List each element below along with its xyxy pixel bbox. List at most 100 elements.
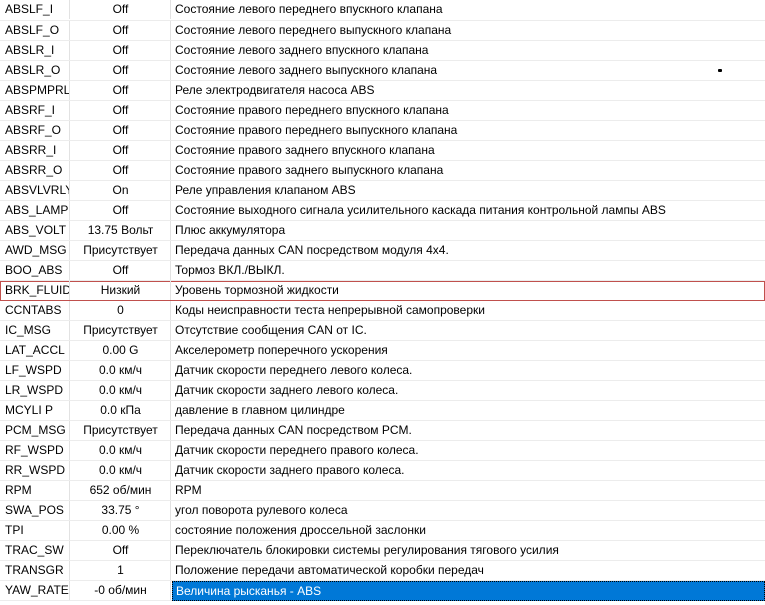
pid-description: Датчик скорости заднего правого колеса.: [175, 463, 405, 477]
pid-description: состояние положения дроссельной заслонки: [175, 523, 426, 537]
table-row-selected[interactable]: YAW_RATE -0 об/мин Величина рысканья - ABS: [0, 581, 765, 601]
table-row[interactable]: AWD_MSG Присутствует Передача данных CAN п…: [0, 241, 765, 261]
pid-description: RPM: [175, 483, 202, 497]
pid-value: 0.0 кПа: [71, 401, 171, 420]
table-row[interactable]: ABSRF_O Off Состояние правого переднего вы…: [0, 121, 765, 141]
pid-description: Состояние правого переднего выпускного к…: [175, 123, 458, 137]
table-row[interactable]: ABSLR_O Off Состояние левого заднего выпус…: [0, 61, 765, 81]
table-row[interactable]: TPI 0.00 % состояние положения дроссельной…: [0, 521, 765, 541]
table-row[interactable]: SWA_POS 33.75 ° угол поворота рулевого кол…: [0, 501, 765, 521]
pid-description: Передача данных CAN посредством модуля 4…: [175, 243, 449, 257]
table-row[interactable]: ABSRR_I Off Состояние правого заднего впус…: [0, 141, 765, 161]
pid-description: давление в главном цилиндре: [175, 403, 345, 417]
table-row[interactable]: BOO_ABS Off Тормоз ВКЛ./ВЫКЛ.: [0, 261, 765, 281]
pid-description: Состояние левого заднего впускного клапа…: [175, 43, 429, 57]
table-row[interactable]: ABSRR_O Off Состояние правого заднего выпу…: [0, 161, 765, 181]
pid-description: Величина рысканья - ABS: [172, 581, 765, 601]
pid-value: 0.0 км/ч: [71, 441, 171, 460]
pid-description: Состояние правого заднего выпускного кла…: [175, 163, 444, 177]
pid-name: CCNTABS: [0, 301, 70, 320]
pid-description: Уровень тормозной жидкости: [175, 283, 339, 297]
pid-description: Состояние выходного сигнала усилительног…: [175, 203, 666, 217]
pid-value: 652 об/мин: [71, 481, 171, 500]
table-row[interactable]: TRAC_SW Off Переключатель блокировки систе…: [0, 541, 765, 561]
table-row[interactable]: CCNTABS 0 Коды неисправности теста непреры…: [0, 301, 765, 321]
pid-description: Реле электродвигателя насоса ABS: [175, 83, 375, 97]
table-row[interactable]: ABS_VOLT 13.75 Вольт Плюс аккумулятора: [0, 221, 765, 241]
table-row[interactable]: LAT_ACCL 0.00 G Акселерометр поперечного у…: [0, 341, 765, 361]
pid-description: Передача данных CAN посредством PCM.: [175, 423, 412, 437]
pid-description: Состояние правого переднего впускного кл…: [175, 103, 449, 117]
pid-name: TRANSGR: [0, 561, 70, 580]
pid-name: BOO_ABS: [0, 261, 70, 280]
table-row[interactable]: RF_WSPD 0.0 км/ч Датчик скорости переднего…: [0, 441, 765, 461]
pid-name: TPI: [0, 521, 70, 540]
table-row[interactable]: LR_WSPD 0.0 км/ч Датчик скорости заднего л…: [0, 381, 765, 401]
table-row[interactable]: RR_WSPD 0.0 км/ч Датчик скорости заднего п…: [0, 461, 765, 481]
pid-name: AWD_MSG: [0, 241, 70, 260]
pid-name: ABSRF_O: [0, 121, 70, 140]
pid-name: ABSLF_O: [0, 21, 70, 40]
pid-name: ABSLR_I: [0, 41, 70, 60]
pid-value: Off: [71, 121, 171, 140]
pid-name: RPM: [0, 481, 70, 500]
pid-value: Off: [71, 541, 171, 560]
pid-description: Состояние левого переднего выпускного кл…: [175, 23, 452, 37]
pid-description: Состояние левого заднего выпускного клап…: [175, 63, 438, 77]
pid-description: Состояние правого заднего впускного клап…: [175, 143, 435, 157]
pid-description: Положение передачи автоматической коробк…: [175, 563, 484, 577]
pid-description: Плюс аккумулятора: [175, 223, 286, 237]
pid-value: 1: [71, 561, 171, 580]
table-row[interactable]: ABSLF_I Off Состояние левого переднего впу…: [0, 0, 765, 21]
pid-value: Низкий: [71, 281, 171, 300]
pid-value: 0.0 км/ч: [71, 461, 171, 480]
table-row[interactable]: ABSLR_I Off Состояние левого заднего впуск…: [0, 41, 765, 61]
table-row[interactable]: ABSRF_I Off Состояние правого переднего вп…: [0, 101, 765, 121]
pid-description: Тормоз ВКЛ./ВЫКЛ.: [175, 263, 285, 277]
pid-value: Off: [71, 21, 171, 40]
table-row[interactable]: IC_MSG Присутствует Отсутствие сообщения C…: [0, 321, 765, 341]
pid-data-grid[interactable]: ABSLF_I Off Состояние левого переднего впу…: [0, 0, 765, 601]
pid-value: On: [71, 181, 171, 200]
pid-name: ABS_VOLT: [0, 221, 70, 240]
pid-name: LR_WSPD: [0, 381, 70, 400]
pid-name: PCM_MSG: [0, 421, 70, 440]
table-row[interactable]: ABSVLVRLY On Реле управления клапаном ABS: [0, 181, 765, 201]
table-row[interactable]: PCM_MSG Присутствует Передача данных CAN п…: [0, 421, 765, 441]
pid-value: 0.00 %: [71, 521, 171, 540]
pid-description: Состояние левого переднего впускного кла…: [175, 2, 443, 16]
pid-name: ABSLF_I: [0, 0, 70, 19]
pid-description: Переключатель блокировки системы регулир…: [175, 543, 559, 557]
table-row-outlined[interactable]: BRK_FLUID Низкий Уровень тормозной жидкост…: [0, 281, 765, 301]
pid-value: Off: [71, 81, 171, 100]
pid-name: SWA_POS: [0, 501, 70, 520]
pid-name: BRK_FLUID: [0, 281, 70, 300]
table-row[interactable]: RPM 652 об/мин RPM: [0, 481, 765, 501]
pid-description: Коды неисправности теста непрерывной сам…: [175, 303, 485, 317]
table-row[interactable]: MCYLI P 0.0 кПа давление в главном цилиндр…: [0, 401, 765, 421]
pid-name: TRAC_SW: [0, 541, 70, 560]
pid-value: Off: [71, 41, 171, 60]
pid-name: ABSVLVRLY: [0, 181, 70, 200]
pid-name: MCYLI P: [0, 401, 70, 420]
pid-name: ABSRR_O: [0, 161, 70, 180]
pid-description: Акселерометр поперечного ускорения: [175, 343, 388, 357]
table-row[interactable]: TRANSGR 1 Положение передачи автоматическо…: [0, 561, 765, 581]
table-row[interactable]: ABSLF_O Off Состояние левого переднего вып…: [0, 21, 765, 41]
pid-description: Отсутствие сообщения CAN от IC.: [175, 323, 367, 337]
pid-value: 0.00 G: [71, 341, 171, 360]
pid-name: ABS_LAMP: [0, 201, 70, 220]
pid-value: Off: [71, 0, 171, 19]
pid-description: угол поворота рулевого колеса: [175, 503, 348, 517]
pid-description: Реле управления клапаном ABS: [175, 183, 356, 197]
pid-value: 13.75 Вольт: [71, 221, 171, 240]
table-row[interactable]: LF_WSPD 0.0 км/ч Датчик скорости переднего…: [0, 361, 765, 381]
pid-value: Off: [71, 201, 171, 220]
pid-name: YAW_RATE: [0, 581, 70, 600]
table-row[interactable]: ABS_LAMP Off Состояние выходного сигнала у…: [0, 201, 765, 221]
pid-name: ABSPMPRLY: [0, 81, 70, 100]
pid-value: Off: [71, 261, 171, 280]
pid-description: Датчик скорости заднего левого колеса.: [175, 383, 399, 397]
table-row[interactable]: ABSPMPRLYOff Реле электродвигателя насоса…: [0, 81, 765, 101]
pid-value: Присутствует: [71, 321, 171, 340]
